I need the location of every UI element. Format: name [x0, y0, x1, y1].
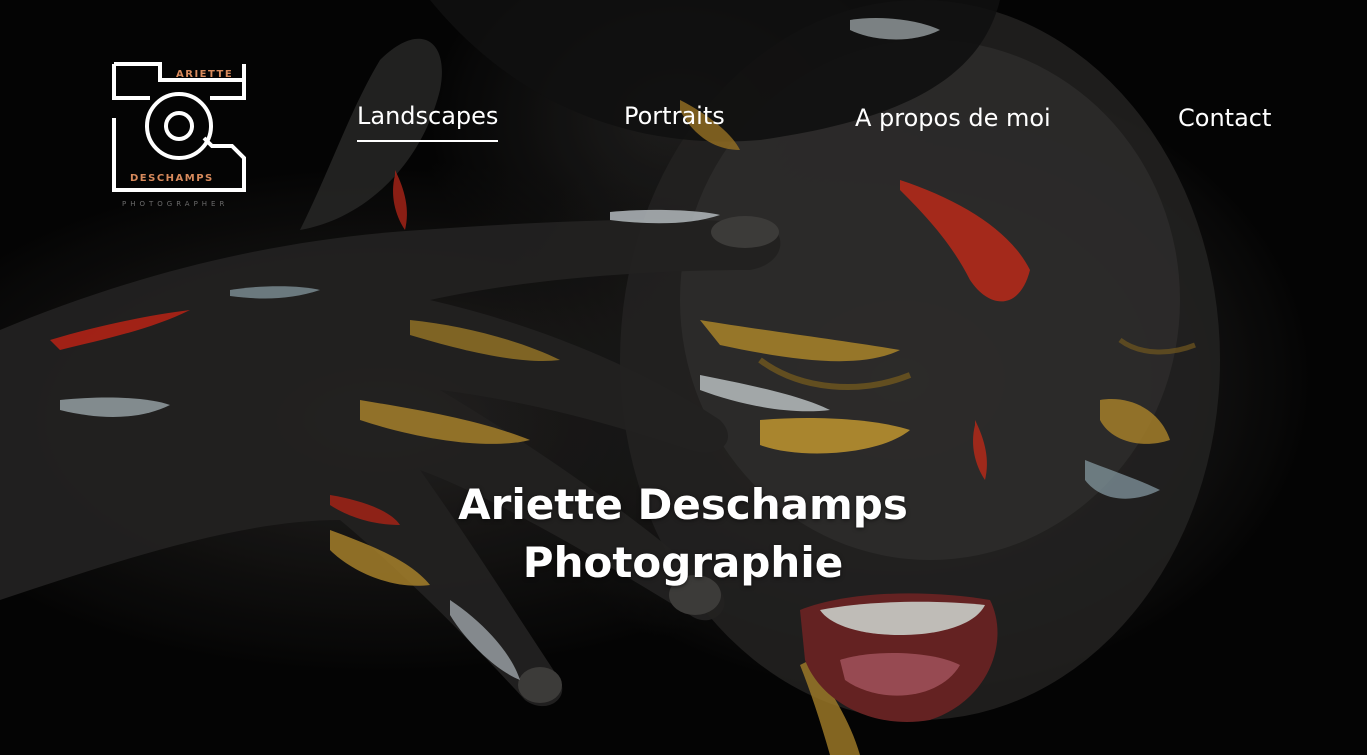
nav-item-contact[interactable]: Contact — [1178, 104, 1271, 132]
logo-name-bottom: DESCHAMPS — [130, 173, 214, 184]
nav-item-about[interactable]: A propos de moi — [855, 104, 1051, 132]
logo-name-top: ARIETTE — [176, 69, 234, 80]
hero-section: ARIETTE DESCHAMPS PHOTOGRAPHER Landscape… — [0, 0, 1367, 755]
nav-item-portraits[interactable]: Portraits — [624, 102, 725, 130]
hero-title-line-1: Ariette Deschamps — [458, 480, 908, 530]
logo-tagline: PHOTOGRAPHER — [122, 200, 229, 208]
nav-item-landscapes[interactable]: Landscapes — [357, 102, 499, 142]
hero-title: Ariette Deschamps Photographie — [383, 476, 983, 592]
main-navigation: Landscapes Portraits A propos de moi Con… — [0, 100, 1367, 150]
hero-title-line-2: Photographie — [522, 538, 844, 588]
